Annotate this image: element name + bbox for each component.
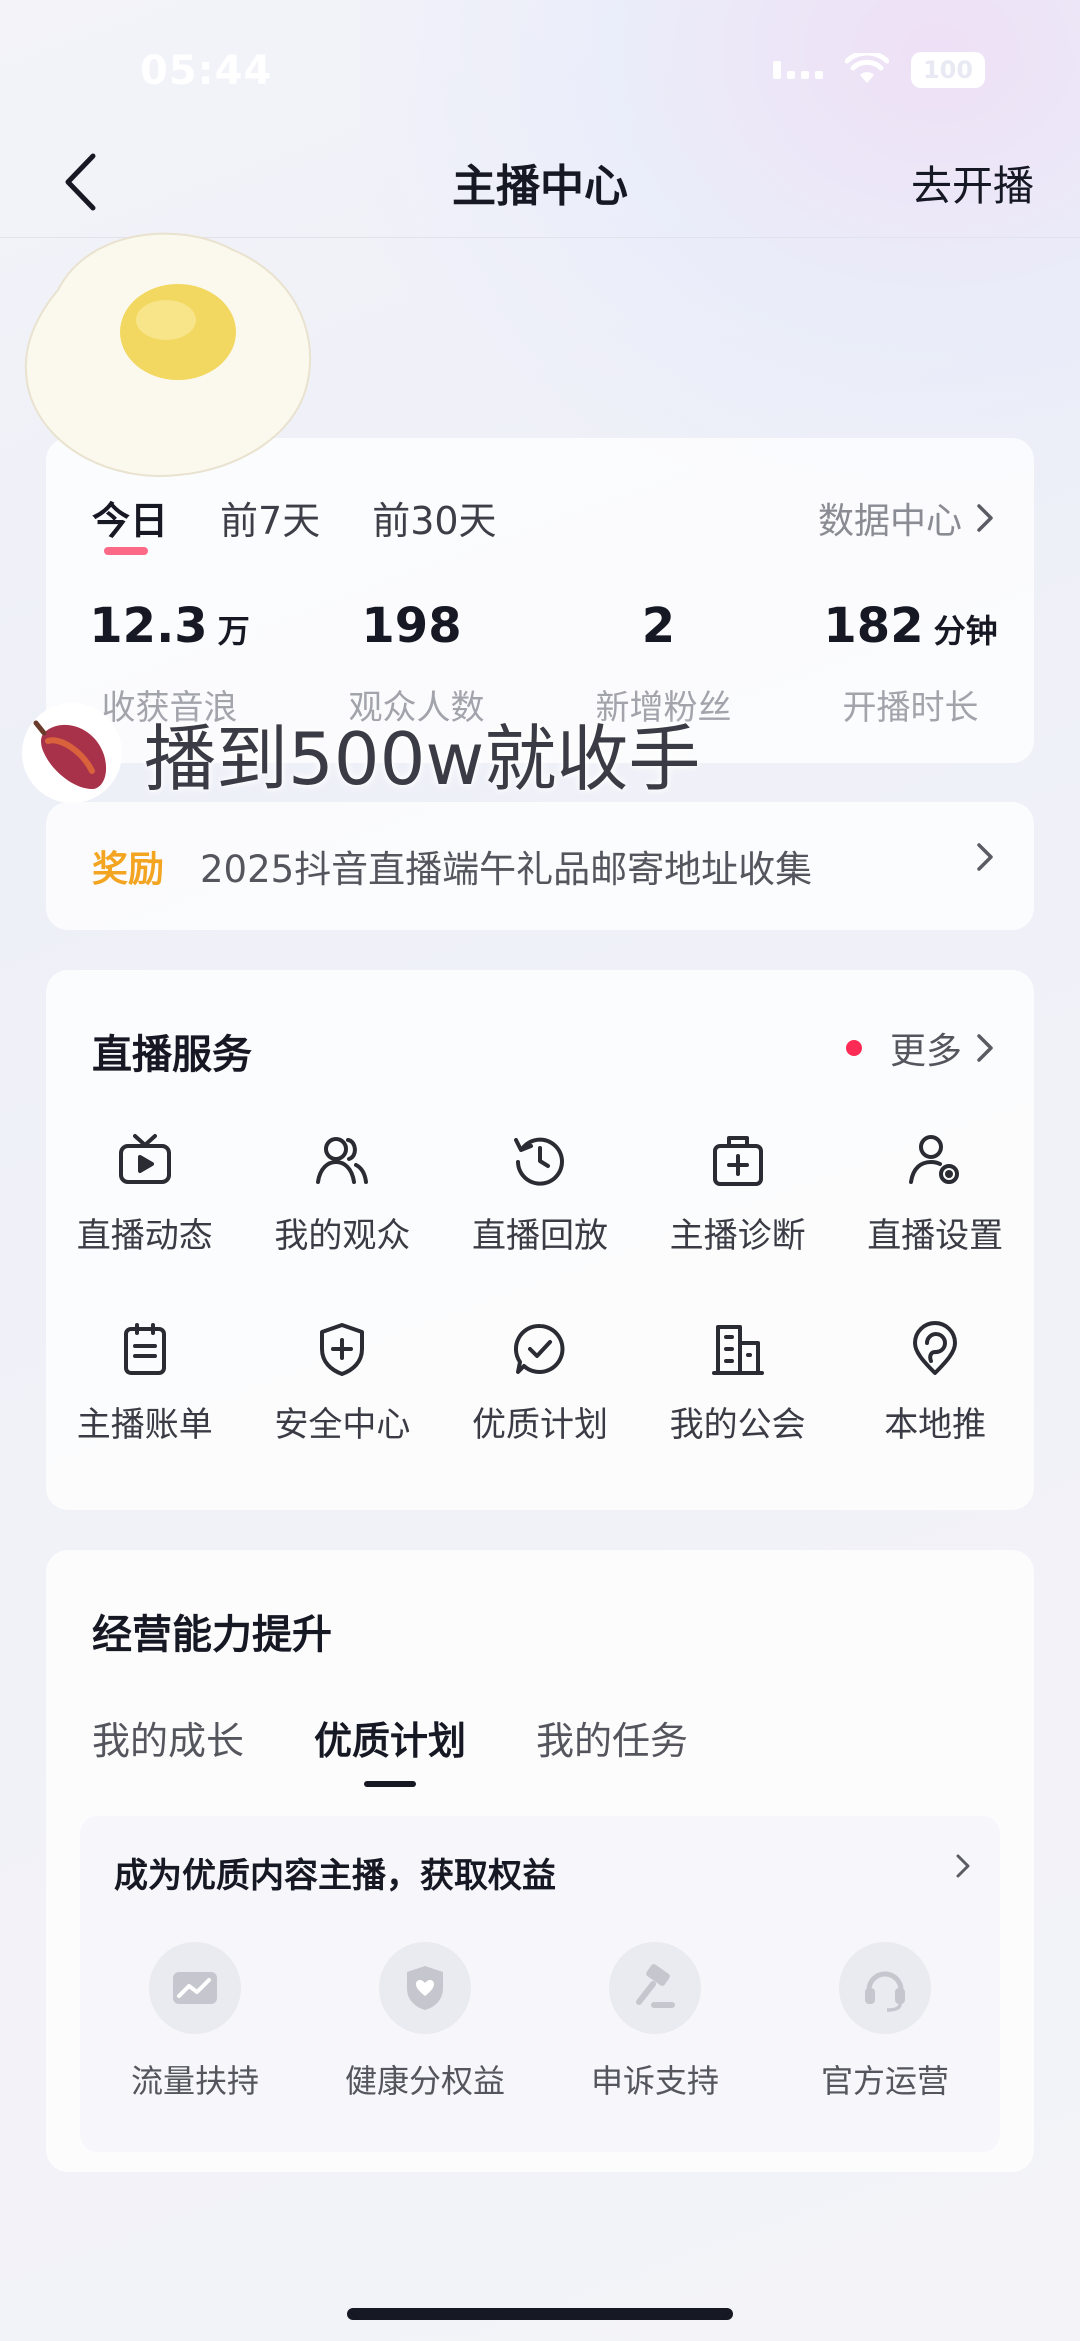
audience-icon — [312, 1130, 372, 1190]
plan-title: 成为优质内容主播，获取权益 — [114, 1856, 556, 1896]
traffic-icon — [149, 1942, 241, 2034]
location-icon — [905, 1319, 965, 1379]
more-label: 更多 — [889, 1031, 962, 1072]
service-label: 直播回放 — [471, 1216, 608, 1256]
go-live-button[interactable]: 去开播 — [911, 152, 1034, 212]
service-security[interactable]: 安全中心 — [244, 1319, 442, 1446]
check-circle-icon — [510, 1319, 570, 1379]
growth-card: 经营能力提升 我的成长 优质计划 我的任务 成为优质内容主播，获取权益 流量扶持… — [46, 1550, 1034, 2172]
headset-icon — [839, 1942, 931, 2034]
stat-value: 198 — [361, 598, 462, 654]
chevron-right-icon — [956, 1854, 970, 1878]
benefits-row: 流量扶持 健康分权益 申诉支持 官方运营 — [80, 1942, 1000, 2102]
shield-plus-icon — [312, 1319, 372, 1379]
more-link[interactable]: 更多 — [845, 1022, 994, 1074]
battery-indicator: 100 — [911, 52, 985, 88]
stat-unit: 分钟 — [933, 612, 998, 650]
home-indicator[interactable] — [347, 2308, 733, 2320]
tab-quality-plan[interactable]: 优质计划 — [314, 1710, 466, 1787]
building-icon — [708, 1319, 768, 1379]
service-diagnosis[interactable]: 主播诊断 — [639, 1130, 837, 1257]
tab-my-tasks[interactable]: 我的任务 — [536, 1710, 688, 1765]
service-guild[interactable]: 我的公会 — [639, 1319, 837, 1446]
stat-label: 开播时长 — [842, 688, 979, 728]
overlay-caption-text: 播到500w就收手 — [144, 717, 701, 801]
service-label: 优质计划 — [471, 1405, 608, 1445]
service-live-settings[interactable]: 直播设置 — [836, 1130, 1034, 1257]
tab-today[interactable]: 今日 — [92, 490, 168, 555]
stat-item[interactable]: 182 分钟 开播时长 — [787, 598, 1034, 729]
reward-banner[interactable]: 奖励 2025抖音直播端午礼品邮寄地址收集 — [46, 802, 1034, 930]
reward-tag: 奖励 — [92, 849, 165, 890]
service-label: 主播诊断 — [669, 1216, 806, 1256]
benefit-item[interactable]: 健康分权益 — [310, 1942, 540, 2102]
tab-my-growth[interactable]: 我的成长 — [92, 1710, 244, 1765]
service-label: 直播动态 — [76, 1216, 213, 1256]
health-shield-icon — [379, 1942, 471, 2034]
service-label: 主播账单 — [76, 1405, 213, 1445]
benefit-item[interactable]: 官方运营 — [770, 1942, 1000, 2102]
status-bar: 05:44 100 — [0, 0, 1080, 140]
services-grid: 直播动态 我的观众 直播回放 主播诊断 直播设置 主播账单 安全中心 优质计划 … — [46, 1130, 1034, 1446]
service-replay[interactable]: 直播回放 — [441, 1130, 639, 1257]
growth-tabs: 我的成长 优质计划 我的任务 — [92, 1710, 688, 1787]
fried-egg-sticker — [24, 232, 312, 477]
overlay-caption: 播到500w就收手 — [22, 700, 700, 805]
service-audience[interactable]: 我的观众 — [244, 1130, 442, 1257]
quality-plan-box[interactable]: 成为优质内容主播，获取权益 流量扶持 健康分权益 申诉支持 官方运营 — [80, 1816, 1000, 2152]
user-settings-icon — [905, 1130, 965, 1190]
gavel-icon — [609, 1942, 701, 2034]
service-label: 安全中心 — [274, 1405, 411, 1445]
service-bill[interactable]: 主播账单 — [46, 1319, 244, 1446]
section-title: 直播服务 — [92, 1032, 252, 1078]
service-label: 我的观众 — [274, 1216, 411, 1256]
reward-text: 2025抖音直播端午礼品邮寄地址收集 — [200, 848, 813, 891]
service-local-promo[interactable]: 本地推 — [836, 1319, 1034, 1446]
status-time: 05:44 — [140, 48, 273, 94]
data-center-label: 数据中心 — [817, 501, 962, 542]
service-label: 直播设置 — [867, 1216, 1004, 1256]
signal-icon — [773, 61, 823, 79]
diagnosis-icon — [708, 1130, 768, 1190]
benefit-label: 官方运营 — [820, 2062, 949, 2100]
chevron-right-icon — [977, 1034, 993, 1062]
benefit-label: 流量扶持 — [130, 2062, 259, 2100]
chevron-right-icon — [977, 843, 993, 871]
status-icons: 100 — [773, 52, 985, 88]
tab-30-days[interactable]: 前30天 — [372, 490, 496, 545]
service-live-feed[interactable]: 直播动态 — [46, 1130, 244, 1257]
replay-icon — [510, 1130, 570, 1190]
tv-icon — [115, 1130, 175, 1190]
service-label: 本地推 — [884, 1405, 987, 1445]
tab-7-days[interactable]: 前7天 — [220, 490, 320, 545]
notification-dot — [845, 1040, 862, 1056]
service-label: 我的公会 — [669, 1405, 806, 1445]
benefit-label: 申诉支持 — [590, 2062, 719, 2100]
data-center-link[interactable]: 数据中心 — [818, 492, 994, 544]
chevron-right-icon — [977, 504, 993, 532]
sweet-potato-sticker — [22, 702, 122, 803]
benefit-label: 健康分权益 — [344, 2062, 505, 2100]
bill-icon — [115, 1319, 175, 1379]
service-quality-plan[interactable]: 优质计划 — [441, 1319, 639, 1446]
stat-unit: 万 — [217, 612, 250, 650]
stat-value: 2 — [641, 598, 676, 654]
stat-value: 12.3 — [89, 598, 208, 654]
range-tabs: 今日 前7天 前30天 — [92, 490, 497, 555]
section-title: 经营能力提升 — [92, 1612, 332, 1658]
live-services-card: 直播服务 更多 直播动态 我的观众 直播回放 主播诊断 直播设置 主播账单 安全… — [46, 970, 1034, 1510]
stat-value: 182 — [823, 598, 924, 654]
benefit-item[interactable]: 流量扶持 — [80, 1942, 310, 2102]
benefit-item[interactable]: 申诉支持 — [540, 1942, 770, 2102]
wifi-icon — [845, 53, 889, 83]
